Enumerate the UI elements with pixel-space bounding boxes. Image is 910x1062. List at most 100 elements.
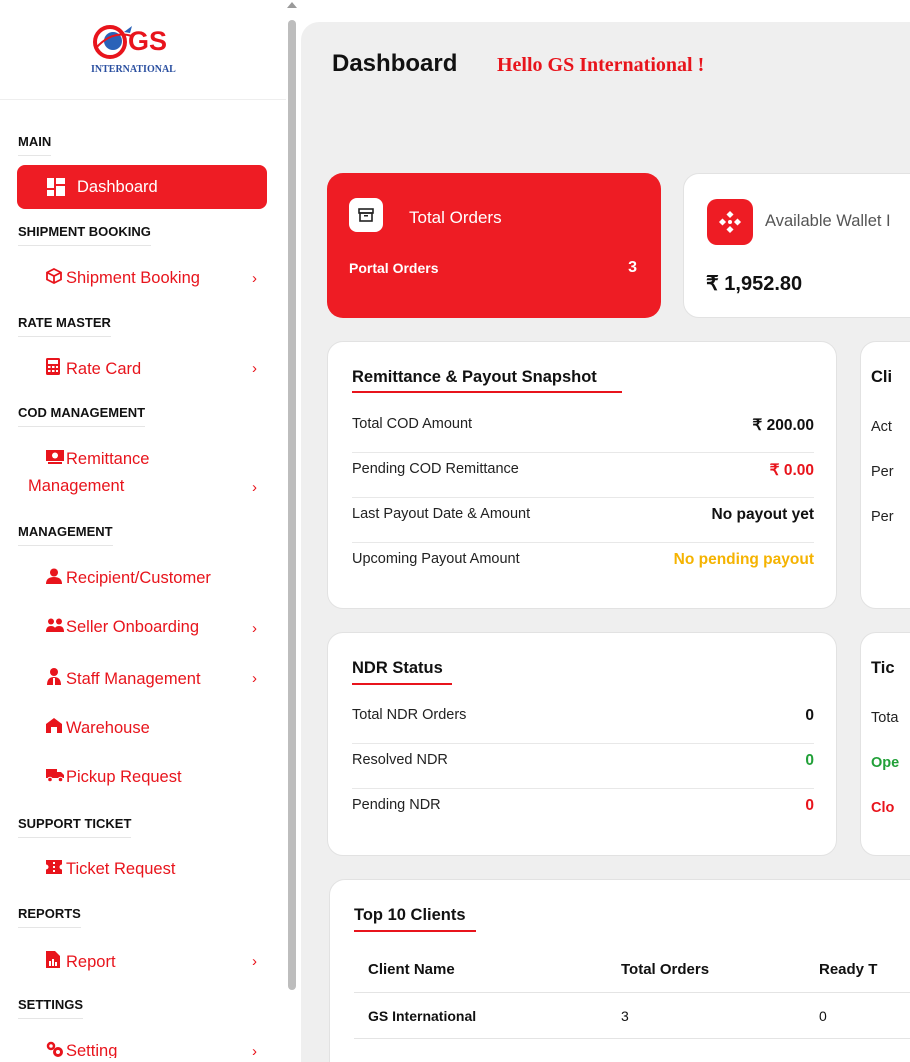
settings-icon	[46, 1041, 66, 1058]
table-row: Resolved NDR 0	[352, 744, 814, 789]
section-main: MAIN	[18, 134, 52, 156]
sidebar-item-staff-management[interactable]: Staff Management	[46, 668, 201, 690]
sidebar-item-report[interactable]: Report	[46, 951, 116, 973]
title-underline	[352, 683, 452, 685]
warehouse-icon	[46, 718, 66, 738]
section-cod-management: COD MANAGEMENT	[18, 405, 146, 427]
clients-card-title: Cli	[871, 368, 893, 386]
svg-text:INTERNATIONAL: INTERNATIONAL	[91, 64, 176, 75]
row-value: 0	[805, 752, 814, 769]
row-value: 0	[805, 797, 814, 814]
box-icon	[46, 267, 66, 289]
sidebar-item-label: Report	[66, 952, 116, 971]
row-value: No pending payout	[673, 551, 814, 568]
total-orders-card[interactable]: Total Orders Portal Orders 3	[327, 173, 661, 318]
top-clients-card: Top 10 Clients Client Name Total Orders …	[329, 879, 910, 1062]
chevron-right-icon[interactable]: ›	[252, 620, 257, 637]
sidebar-item-setting[interactable]: Setting	[46, 1041, 117, 1058]
row-label: Last Payout Date & Amount	[352, 506, 531, 522]
table-row: Total COD Amount ₹ 200.00	[352, 408, 814, 453]
sidebar-item-label: Rate Card	[66, 359, 142, 378]
report-icon	[46, 951, 66, 973]
page-title: Dashboard	[332, 50, 458, 77]
sidebar-item-label: Warehouse	[66, 718, 150, 737]
column-header[interactable]: Ready T	[819, 961, 877, 978]
table-header-row: Client Name Total Orders Ready T	[354, 946, 910, 993]
row-label: Pending COD Remittance	[352, 461, 519, 477]
dashboard-icon	[47, 178, 65, 196]
row-label: Resolved NDR	[352, 752, 448, 768]
row-value: ₹ 0.00	[769, 462, 814, 479]
chevron-right-icon[interactable]: ›	[252, 360, 257, 377]
tickets-summary-card: Tic Tota Ope Clo	[860, 632, 910, 856]
svg-text:GS: GS	[128, 26, 167, 56]
sidebar-item-ticket-request[interactable]: Ticket Request	[46, 860, 175, 879]
chevron-right-icon[interactable]: ›	[252, 953, 257, 970]
sidebar-item-remittance-management[interactable]: Remittance	[46, 450, 149, 469]
total-orders-title: Total Orders	[409, 208, 502, 227]
archive-icon	[349, 198, 383, 232]
chevron-right-icon[interactable]: ›	[252, 270, 257, 287]
sidebar-item-recipient-customer[interactable]: Recipient/Customer	[46, 568, 211, 589]
sidebar-item-shipment-booking[interactable]: Shipment Booking	[46, 267, 200, 289]
ndr-title: NDR Status	[352, 659, 443, 677]
ndr-status-card: NDR Status Total NDR Orders 0 Resolved N…	[327, 632, 837, 856]
section-settings: SETTINGS	[18, 997, 84, 1019]
column-header[interactable]: Total Orders	[621, 961, 709, 978]
user-icon	[46, 568, 66, 589]
section-rate-master: RATE MASTER	[18, 315, 111, 337]
brand-logo[interactable]: GS INTERNATIONAL	[0, 0, 286, 100]
sidebar-item-label: Recipient/Customer	[66, 569, 211, 587]
clients-summary-card: Cli Act Per Per	[860, 341, 910, 609]
portal-orders-label: Portal Orders	[349, 260, 439, 276]
sidebar-item-rate-card[interactable]: Rate Card	[46, 358, 141, 380]
gs-logo-icon: GS INTERNATIONAL	[91, 25, 176, 75]
sidebar-scrollbar[interactable]	[288, 20, 296, 990]
section-shipment-booking: SHIPMENT BOOKING	[18, 224, 151, 246]
title-underline	[352, 391, 622, 393]
row-value: No payout yet	[711, 506, 814, 523]
ready-cell: 0	[819, 1008, 827, 1024]
chevron-right-icon[interactable]: ›	[252, 479, 257, 496]
table-row: Total NDR Orders 0	[352, 699, 814, 744]
section-management: MANAGEMENT	[18, 524, 113, 546]
client-name-cell: GS International	[368, 1008, 477, 1024]
row-label: Per	[871, 464, 894, 480]
sidebar-item-label: Seller Onboarding	[66, 618, 199, 636]
row-label: Total NDR Orders	[352, 707, 467, 723]
remittance-title: Remittance & Payout Snapshot	[352, 368, 597, 386]
table-row: Pending NDR 0	[352, 789, 814, 834]
title-underline	[354, 930, 476, 932]
sidebar-item-label: Staff Management	[66, 669, 201, 688]
row-value: ₹ 200.00	[752, 417, 814, 434]
table-row: Last Payout Date & Amount No payout yet	[352, 498, 814, 543]
sidebar-item-label: Dashboard	[77, 177, 158, 196]
chevron-right-icon[interactable]: ›	[252, 670, 257, 687]
row-value: 0	[805, 707, 814, 724]
greeting-text: Hello GS International !	[497, 54, 705, 76]
chevron-right-icon[interactable]: ›	[252, 1043, 257, 1058]
top-clients-title: Top 10 Clients	[354, 906, 466, 924]
column-header[interactable]: Client Name	[368, 961, 455, 978]
row-label: Total COD Amount	[352, 416, 473, 432]
sidebar-item-seller-onboarding[interactable]: Seller Onboarding	[46, 618, 199, 637]
scroll-up-icon[interactable]	[287, 2, 297, 8]
sidebar-item-label-line2[interactable]: Management	[28, 477, 124, 496]
row-label: Upcoming Payout Amount	[352, 551, 520, 567]
table-row[interactable]: GS International 3 0	[354, 993, 910, 1039]
remittance-card: Remittance & Payout Snapshot Total COD A…	[327, 341, 837, 609]
sidebar-item-label: Pickup Request	[66, 768, 182, 786]
row-label: Pending NDR	[352, 797, 441, 813]
sidebar-item-label: Shipment Booking	[66, 269, 200, 287]
sidebar-item-label: Setting	[66, 1042, 118, 1058]
wallet-icon	[707, 199, 753, 245]
sidebar-item-label: Remittance	[66, 450, 150, 468]
sidebar-item-pickup-request[interactable]: Pickup Request	[46, 768, 182, 787]
sidebar-item-warehouse[interactable]: Warehouse	[46, 718, 150, 738]
table-row: Pending COD Remittance ₹ 0.00	[352, 453, 814, 498]
sidebar-item-dashboard[interactable]: Dashboard	[17, 165, 267, 209]
sidebar: GS INTERNATIONAL MAIN Dashboard SHIPMENT…	[0, 0, 286, 1058]
row-label: Per	[871, 509, 894, 525]
money-icon	[46, 450, 66, 469]
wallet-card[interactable]: Available Wallet I ₹ 1,952.80	[683, 173, 910, 318]
